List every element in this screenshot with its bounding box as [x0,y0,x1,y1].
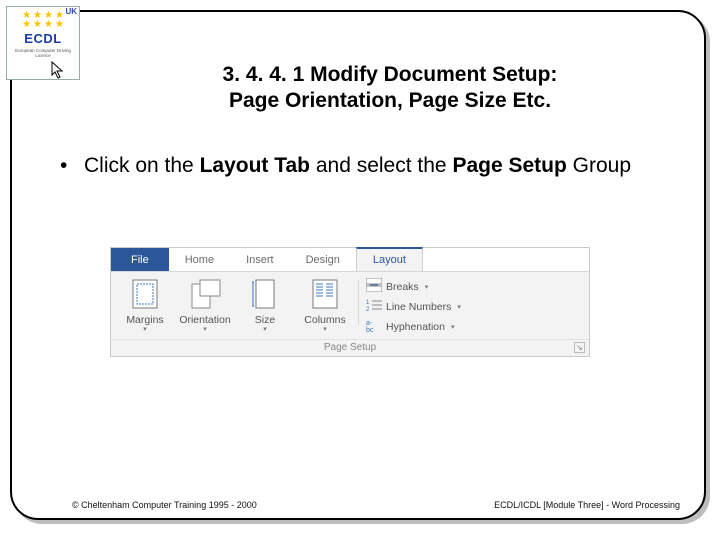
slide: UK ★ ★ ★ ★ ★ ★ ★ ★ ECDL European Compute… [0,0,720,540]
logo-brand: ECDL [7,31,79,46]
title-line2: Page Orientation, Page Size Etc. [229,89,551,112]
line-numbers-icon: 12 [366,298,382,315]
columns-button[interactable]: Columns ▾ [295,276,355,339]
tab-home[interactable]: Home [169,248,230,271]
logo-uk-label: UK [65,7,77,16]
ribbon: File Home Insert Design Layout Margins ▾ [110,247,590,357]
tab-insert[interactable]: Insert [230,248,290,271]
orientation-button[interactable]: Orientation ▾ [175,276,235,339]
footer-right: ECDL/ICDL [Module Three] - Word Processi… [494,500,680,510]
chevron-down-icon: ▾ [117,325,173,333]
logo-stars: ★ ★ ★ ★ ★ ★ ★ ★ [18,11,68,29]
chevron-down-icon: ▾ [425,283,429,291]
logo-tagline: European Computer Driving Licence [7,49,79,59]
ribbon-group-page-setup: Margins ▾ Orientation ▾ Size ▾ [111,272,589,339]
tab-design[interactable]: Design [290,248,356,271]
columns-icon [308,278,342,312]
star-icon: ★ [22,20,31,29]
chevron-down-icon: ▾ [177,325,233,333]
breaks-button[interactable]: Breaks ▾ [366,278,484,295]
line-numbers-label: Line Numbers [386,301,451,313]
chevron-down-icon: ▾ [457,303,461,311]
tab-layout[interactable]: Layout [356,247,423,271]
bullet-bold: Layout Tab [200,154,316,177]
tab-file[interactable]: File [111,248,169,271]
size-button[interactable]: Size ▾ [235,276,295,339]
slide-title: 3. 4. 4. 1 Modify Document Setup: Page O… [120,62,660,115]
size-icon [248,278,282,312]
group-label-text: Page Setup [324,342,376,353]
star-icon: ★ [44,20,53,29]
page-setup-small-commands: Breaks ▾ 12 Line Numbers ▾ a-bc [362,276,488,339]
slide-body: Click on the Layout Tab and select the P… [60,152,670,179]
cursor-icon [51,61,65,82]
svg-text:2: 2 [366,307,370,312]
svg-text:a-: a- [366,320,373,327]
ribbon-tabbar: File Home Insert Design Layout [111,248,589,272]
ecdl-logo: UK ★ ★ ★ ★ ★ ★ ★ ★ ECDL European Compute… [6,6,80,80]
svg-text:bc: bc [366,327,374,332]
svg-text:1: 1 [366,300,370,306]
chevron-down-icon: ▾ [451,323,455,331]
title-line1: 3. 4. 4. 1 Modify Document Setup: [223,63,558,86]
bullet-text: and select the [316,154,453,177]
dialog-launcher-icon[interactable]: ↘ [574,342,585,353]
hyphenation-label: Hyphenation [386,321,445,333]
star-icon: ★ [33,20,42,29]
word-ribbon-screenshot: File Home Insert Design Layout Margins ▾ [110,247,590,357]
ribbon-group-label: Page Setup ↘ [111,339,589,356]
chevron-down-icon: ▾ [297,325,353,333]
breaks-icon [366,278,382,295]
group-divider [358,280,359,325]
bullet-item: Click on the Layout Tab and select the P… [60,152,670,179]
bullet-bold: Page Setup [452,154,572,177]
footer-left: © Cheltenham Computer Training 1995 - 20… [72,500,257,510]
margins-icon [128,278,162,312]
bullet-text: Group [573,154,631,177]
bullet-text: Click on the [84,154,200,177]
chevron-down-icon: ▾ [237,325,293,333]
line-numbers-button[interactable]: 12 Line Numbers ▾ [366,298,484,315]
margins-button[interactable]: Margins ▾ [115,276,175,339]
star-icon: ★ [55,20,64,29]
hyphenation-button[interactable]: a-bc Hyphenation ▾ [366,318,484,335]
hyphenation-icon: a-bc [366,318,382,335]
breaks-label: Breaks [386,281,419,293]
orientation-icon [188,278,222,312]
